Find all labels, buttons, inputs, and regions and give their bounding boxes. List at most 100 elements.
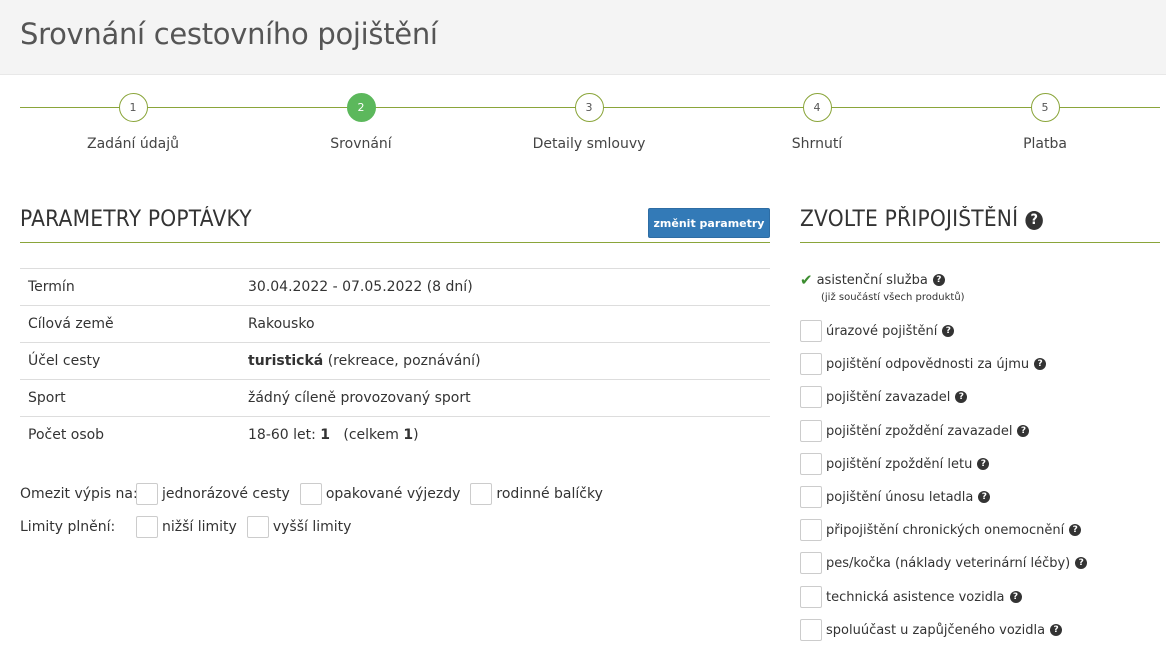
change-parameters-button[interactable]: změnit parametry xyxy=(648,208,770,238)
addon-label: pojištění zavazadel xyxy=(826,389,951,405)
addon-label: pojištění zpoždění zavazadel xyxy=(826,423,1013,439)
help-icon[interactable]: ? xyxy=(1034,358,1047,370)
addon-included-assistance: ✔ asistenční služba ? xyxy=(800,271,945,289)
option-label: nižší limity xyxy=(162,519,237,535)
step-3[interactable]: 3 Detaily smlouvy xyxy=(489,93,689,152)
filter-option-lower-limits[interactable]: nižší limity xyxy=(136,516,237,538)
help-icon[interactable]: ? xyxy=(978,491,991,503)
table-row: Termín 30.04.2022 - 07.05.2022 (8 dní) xyxy=(20,268,770,306)
filter-limits-label: Limity plnění: xyxy=(20,519,116,535)
table-row: Účel cesty turistická (rekreace, poznává… xyxy=(20,342,770,380)
help-icon[interactable]: ? xyxy=(932,274,945,286)
addon-included-note: (již součástí všech produktů) xyxy=(821,292,965,303)
addon-label: technická asistence vozidla xyxy=(826,589,1005,605)
addon-item[interactable]: úrazové pojištění? xyxy=(800,320,955,342)
help-icon[interactable]: ? xyxy=(1025,210,1044,230)
help-icon[interactable]: ? xyxy=(1017,425,1030,437)
checkbox[interactable] xyxy=(299,483,322,505)
addon-item[interactable]: pojištění zpoždění zavazadel? xyxy=(800,420,1030,442)
filter-option-family-packages[interactable]: rodinné balíčky xyxy=(470,483,603,505)
addon-item[interactable]: pes/kočka (náklady veterinární léčby)? xyxy=(800,552,1088,574)
param-value: Rakousko xyxy=(248,316,315,332)
help-icon[interactable]: ? xyxy=(1009,591,1022,603)
progress-stepper: 1 Zadání údajů 2 Srovnání 3 Detaily smlo… xyxy=(0,90,1166,160)
page-title: Srovnání cestovního pojištění xyxy=(20,17,438,51)
help-icon[interactable]: ? xyxy=(942,325,955,337)
addon-item[interactable]: pojištění odpovědnosti za újmu? xyxy=(800,353,1047,375)
checkbox[interactable] xyxy=(800,386,822,408)
step-1[interactable]: 1 Zadání údajů xyxy=(33,93,233,152)
checkbox[interactable] xyxy=(246,516,269,538)
persons-total: 1 xyxy=(403,427,414,443)
addon-item[interactable]: spoluúčast u zapůjčeného vozidla? xyxy=(800,619,1063,641)
checkbox[interactable] xyxy=(800,486,822,508)
params-section-title: PARAMETRY POPTÁVKY xyxy=(20,207,252,232)
addon-item[interactable]: pojištění únosu letadla? xyxy=(800,486,991,508)
step-3-circle: 3 xyxy=(574,93,604,122)
parameters-table: Termín 30.04.2022 - 07.05.2022 (8 dní) C… xyxy=(20,268,770,454)
help-icon[interactable]: ? xyxy=(1069,524,1082,536)
param-label: Počet osob xyxy=(28,427,105,443)
addons-section-title: ZVOLTE PŘIPOJIŠTĚNÍ? xyxy=(800,207,1044,232)
persons-total-close: ) xyxy=(413,427,419,443)
addon-item[interactable]: připojištění chronických onemocnění? xyxy=(800,519,1082,541)
addon-label: pes/kočka (náklady veterinární léčby) xyxy=(826,555,1071,571)
param-label: Cílová země xyxy=(28,316,114,332)
filter-option-repeated-trips[interactable]: opakované výjezdy xyxy=(299,483,461,505)
addon-label: pojištění únosu letadla xyxy=(826,489,974,505)
addons-title-text: ZVOLTE PŘIPOJIŠTĚNÍ xyxy=(800,207,1019,232)
addons-title-underline xyxy=(800,242,1160,243)
step-1-label: Zadání údajů xyxy=(87,136,179,152)
filter-option-higher-limits[interactable]: vyšší limity xyxy=(246,516,352,538)
help-icon[interactable]: ? xyxy=(1050,624,1063,636)
step-4-label: Shrnutí xyxy=(791,136,843,152)
addon-label: spoluúčast u zapůjčeného vozidla xyxy=(826,622,1046,638)
step-5-circle: 5 xyxy=(1030,93,1060,122)
param-value: turistická (rekreace, poznávání) xyxy=(240,343,770,380)
addon-item[interactable]: technická asistence vozidla? xyxy=(800,586,1022,608)
step-4[interactable]: 4 Shrnutí xyxy=(717,93,917,152)
option-label: vyšší limity xyxy=(272,519,352,535)
param-label: Účel cesty xyxy=(28,353,101,369)
checkbox[interactable] xyxy=(136,483,158,505)
param-value: 30.04.2022 - 07.05.2022 (8 dní) xyxy=(248,279,473,295)
checkbox[interactable] xyxy=(800,519,822,541)
checkbox[interactable] xyxy=(800,453,822,475)
filter-row-limit: Omezit výpis na: jednorázové cesty opako… xyxy=(20,483,613,505)
option-label: opakované výjezdy xyxy=(325,486,461,502)
step-5[interactable]: 5 Platba xyxy=(945,93,1145,152)
checkbox[interactable] xyxy=(800,586,822,608)
addon-item[interactable]: pojištění zavazadel? xyxy=(800,386,968,408)
check-icon: ✔ xyxy=(800,271,813,289)
checkbox[interactable] xyxy=(800,353,822,375)
table-row: Cílová země Rakousko xyxy=(20,305,770,343)
filter-row-limits: Limity plnění: nižší limity vyšší limity xyxy=(20,516,361,538)
param-label: Sport xyxy=(28,390,66,406)
checkbox[interactable] xyxy=(470,483,493,505)
help-icon[interactable]: ? xyxy=(977,458,990,470)
param-value: 18-60 let: 1 (celkem 1) xyxy=(240,417,770,454)
addon-label: úrazové pojištění xyxy=(826,323,938,339)
persons-age-label: 18-60 let: xyxy=(248,427,321,443)
persons-count: 1 xyxy=(320,427,331,443)
step-2[interactable]: 2 Srovnání xyxy=(261,93,461,152)
table-row: Sport žádný cíleně provozovaný sport xyxy=(20,379,770,417)
help-icon[interactable]: ? xyxy=(955,391,968,403)
help-icon[interactable]: ? xyxy=(1075,557,1088,569)
checkbox[interactable] xyxy=(800,552,822,574)
checkbox[interactable] xyxy=(800,320,822,342)
filter-option-single-trips[interactable]: jednorázové cesty xyxy=(136,483,290,505)
addon-label: pojištění zpoždění letu xyxy=(826,456,973,472)
step-3-label: Detaily smlouvy xyxy=(532,136,646,152)
page-header: Srovnání cestovního pojištění xyxy=(0,0,1166,75)
step-5-label: Platba xyxy=(1023,136,1067,152)
addon-label: asistenční služba xyxy=(816,272,928,288)
checkbox[interactable] xyxy=(800,420,822,442)
checkbox[interactable] xyxy=(800,619,822,641)
addon-label: pojištění odpovědnosti za újmu xyxy=(826,356,1030,372)
step-2-circle: 2 xyxy=(346,93,376,122)
option-label: rodinné balíčky xyxy=(496,486,603,502)
step-4-circle: 4 xyxy=(802,93,832,122)
checkbox[interactable] xyxy=(136,516,158,538)
addon-item[interactable]: pojištění zpoždění letu? xyxy=(800,453,990,475)
